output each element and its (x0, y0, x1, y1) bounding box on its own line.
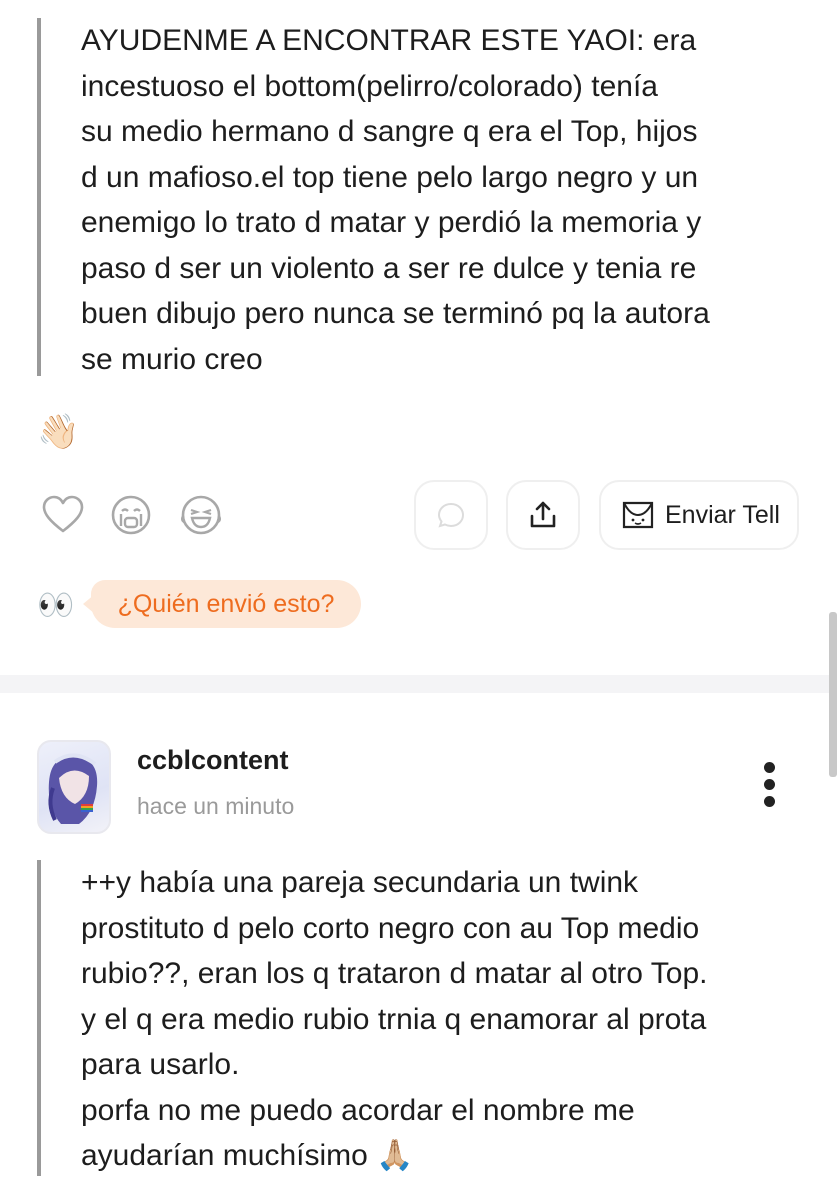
username[interactable]: ccblcontent (137, 745, 289, 776)
send-tell-label: Enviar Tell (665, 500, 780, 529)
post-text-line: AYUDENME A ENCONTRAR ESTE YAOI: era (81, 24, 697, 57)
more-options-icon[interactable] (758, 762, 780, 812)
post-text-line: d un mafioso.el top tiene pelo largo neg… (81, 160, 699, 194)
send-tell-button[interactable]: Enviar Tell (599, 480, 799, 550)
who-sent-button[interactable]: ¿Quién envió esto? (83, 580, 361, 628)
avatar[interactable] (37, 740, 111, 834)
post-text-line: su medio hermano d sangre q era el Top, … (81, 115, 698, 148)
post-text-line: prostituto d pelo corto negro con au Top… (81, 911, 700, 945)
post-text-line: rubio??, eran los q trataron d matar al … (81, 957, 708, 990)
post-body: AYUDENME A ENCONTRAR ESTE YAOI: era ince… (37, 18, 837, 376)
share-upload-icon (530, 501, 556, 528)
comment-button[interactable] (414, 480, 488, 550)
eyes-emoji: 👀 (37, 588, 75, 623)
post-text-line: para usarlo. (81, 1048, 240, 1081)
post-text-line: se murio creo (81, 342, 263, 376)
post-text-line: porfa no me puedo acordar el nombre me (81, 1093, 635, 1127)
post-text-line: ayudarían muchísimo 🙏🏼 (81, 1139, 414, 1172)
post-text-line: incestuoso el bottom(pelirro/colorado) t… (81, 69, 658, 103)
post-text-line: enemigo lo trato d matar y perdió la mem… (81, 206, 702, 239)
tell-letter-icon (622, 501, 654, 529)
post-text-line: buen dibujo pero nunca se terminó pq la … (81, 297, 710, 330)
post-text-line: y el q era medio rubio trnia q enamorar … (81, 1002, 707, 1036)
chat-bubble-icon (437, 502, 465, 528)
post-body: ++y había una pareja secundaria un twink… (37, 860, 837, 1176)
scrollbar[interactable] (829, 612, 837, 777)
laughing-face-icon[interactable] (178, 492, 224, 538)
crying-face-icon[interactable] (108, 492, 154, 538)
post-divider (0, 675, 837, 693)
wave-emoji: 👋🏻 (37, 412, 80, 452)
post-text-line: paso d ser un violento a ser re dulce y … (81, 251, 697, 285)
share-button[interactable] (506, 480, 580, 550)
timestamp: hace un minuto (137, 793, 295, 819)
heart-outline-icon[interactable] (40, 492, 86, 538)
post-text-line: ++y había una pareja secundaria un twink (81, 866, 639, 899)
